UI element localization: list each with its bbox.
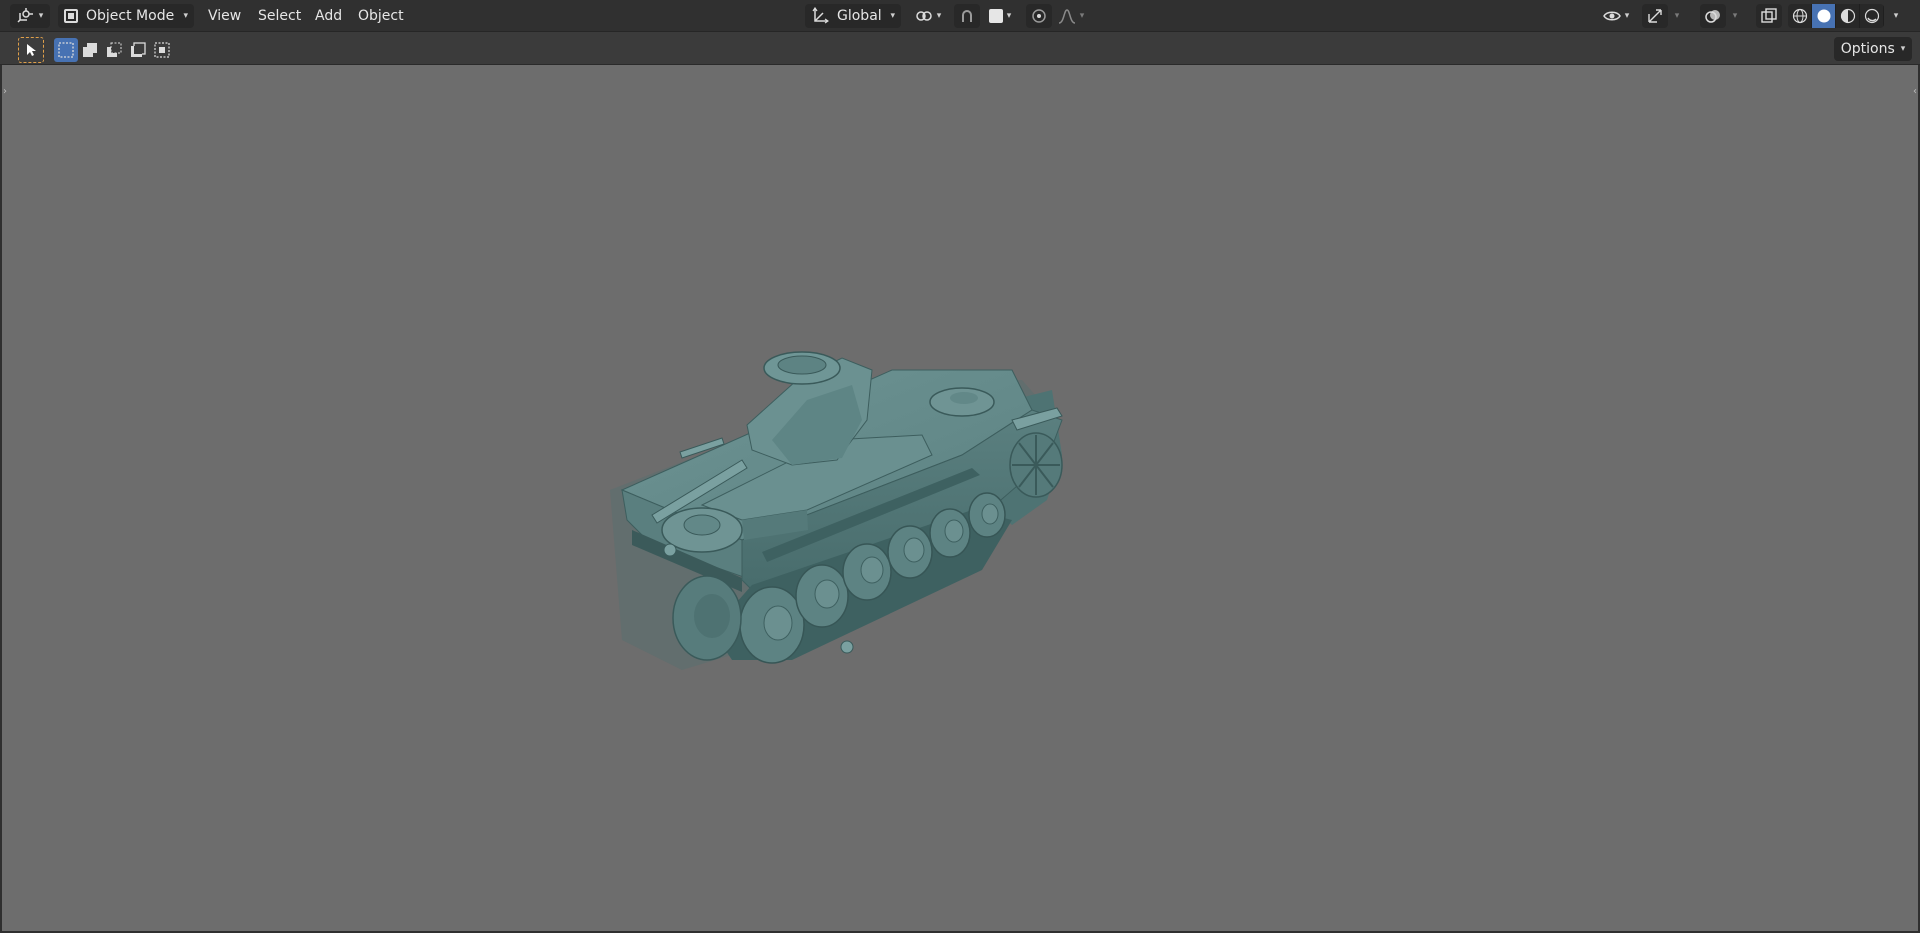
tank-model[interactable] — [592, 340, 1292, 820]
gizmo-dropdown[interactable]: ▾ — [1668, 4, 1686, 28]
3d-viewport[interactable] — [0, 65, 1920, 933]
chevron-down-icon: ▾ — [1893, 11, 1899, 21]
proportional-edit-icon — [1032, 9, 1046, 23]
object-visibility-dropdown[interactable]: ▾ — [1598, 4, 1634, 28]
overlays-dropdown[interactable]: ▾ — [1726, 4, 1744, 28]
chevron-down-icon: ▾ — [1900, 44, 1906, 54]
menu-select[interactable]: Select — [252, 4, 307, 28]
menu-object[interactable]: Object — [352, 4, 410, 28]
select-subtract-icon — [107, 42, 122, 57]
shading-wireframe-button[interactable] — [1788, 4, 1812, 28]
snap-target-dropdown[interactable]: ▾ — [980, 4, 1020, 28]
xray-toggle[interactable] — [1756, 4, 1782, 28]
falloff-curve-icon — [1058, 9, 1075, 24]
object-mode-icon — [64, 9, 78, 23]
overlays-toggle[interactable] — [1700, 4, 1726, 28]
transform-orientation-dropdown[interactable]: Global ▾ — [805, 4, 901, 28]
menu-view[interactable]: View — [202, 4, 247, 28]
chevron-down-icon: ▾ — [1674, 11, 1680, 21]
sidebar-expand-icon[interactable]: ‹ — [1910, 84, 1920, 98]
chevron-down-icon: ▾ — [183, 11, 188, 21]
options-label: Options — [1840, 41, 1895, 57]
chevron-down-icon: ▾ — [1624, 11, 1630, 21]
select-mode-subtract-button[interactable] — [102, 38, 126, 62]
toolbar-expand-icon[interactable]: › — [0, 84, 10, 98]
select-box-tool-button[interactable] — [18, 37, 44, 63]
select-mode-intersect-button[interactable] — [150, 38, 174, 62]
chevron-down-icon: ▾ — [1732, 11, 1738, 21]
falloff-dropdown[interactable]: ▾ — [1052, 4, 1090, 28]
mode-dropdown[interactable]: Object Mode ▾ — [58, 4, 194, 28]
select-difference-icon — [131, 42, 146, 57]
proportional-editing-toggle[interactable] — [1026, 4, 1052, 28]
select-extend-icon — [83, 43, 97, 57]
snap-increment-icon — [988, 9, 1003, 23]
shading-material-button[interactable] — [1836, 4, 1860, 28]
overlays-icon — [1705, 10, 1720, 23]
pivot-point-dropdown[interactable]: ▾ — [910, 4, 946, 28]
select-intersect-icon — [154, 42, 170, 58]
pivot-icon — [915, 11, 932, 21]
options-dropdown[interactable]: Options ▾ — [1834, 37, 1912, 61]
shading-rendered-button[interactable] — [1860, 4, 1884, 28]
material-sphere-icon — [1840, 8, 1855, 24]
xray-icon — [1761, 8, 1777, 23]
select-mode-extend-button[interactable] — [78, 38, 102, 62]
select-mode-invert-button[interactable] — [126, 38, 150, 62]
snap-toggle[interactable] — [954, 4, 980, 28]
view3d-icon — [17, 8, 33, 23]
solid-sphere-icon — [1817, 9, 1830, 23]
editor-type-button[interactable]: ▾ — [10, 4, 50, 28]
shading-solid-button[interactable] — [1812, 4, 1836, 28]
gizmo-toggle[interactable] — [1642, 4, 1668, 28]
chevron-down-icon: ▾ — [1079, 11, 1085, 21]
select-set-icon — [58, 42, 74, 58]
selection-mode-group — [54, 38, 174, 62]
wireframe-sphere-icon — [1792, 8, 1807, 24]
eye-icon — [1602, 11, 1621, 21]
viewport-header: ▾ Object Mode ▾ View Select Add Object G… — [0, 0, 1920, 32]
shading-mode-group — [1788, 4, 1884, 28]
orientation-label: Global — [837, 8, 882, 24]
menu-add[interactable]: Add — [309, 4, 348, 28]
rendered-sphere-icon — [1864, 8, 1879, 24]
chevron-down-icon: ▾ — [1006, 11, 1012, 21]
tool-settings-bar — [0, 32, 1920, 65]
chevron-down-icon: ▾ — [936, 11, 942, 21]
chevron-down-icon: ▾ — [38, 11, 44, 21]
gizmo-icon — [1648, 9, 1662, 23]
cursor-arrow-icon — [27, 44, 36, 56]
orientation-icon — [812, 7, 829, 24]
mode-label: Object Mode — [86, 8, 175, 24]
magnet-icon — [962, 10, 972, 22]
shading-options-dropdown[interactable]: ▾ — [1886, 4, 1906, 28]
chevron-down-icon: ▾ — [890, 11, 895, 21]
select-mode-new-button[interactable] — [54, 38, 78, 62]
